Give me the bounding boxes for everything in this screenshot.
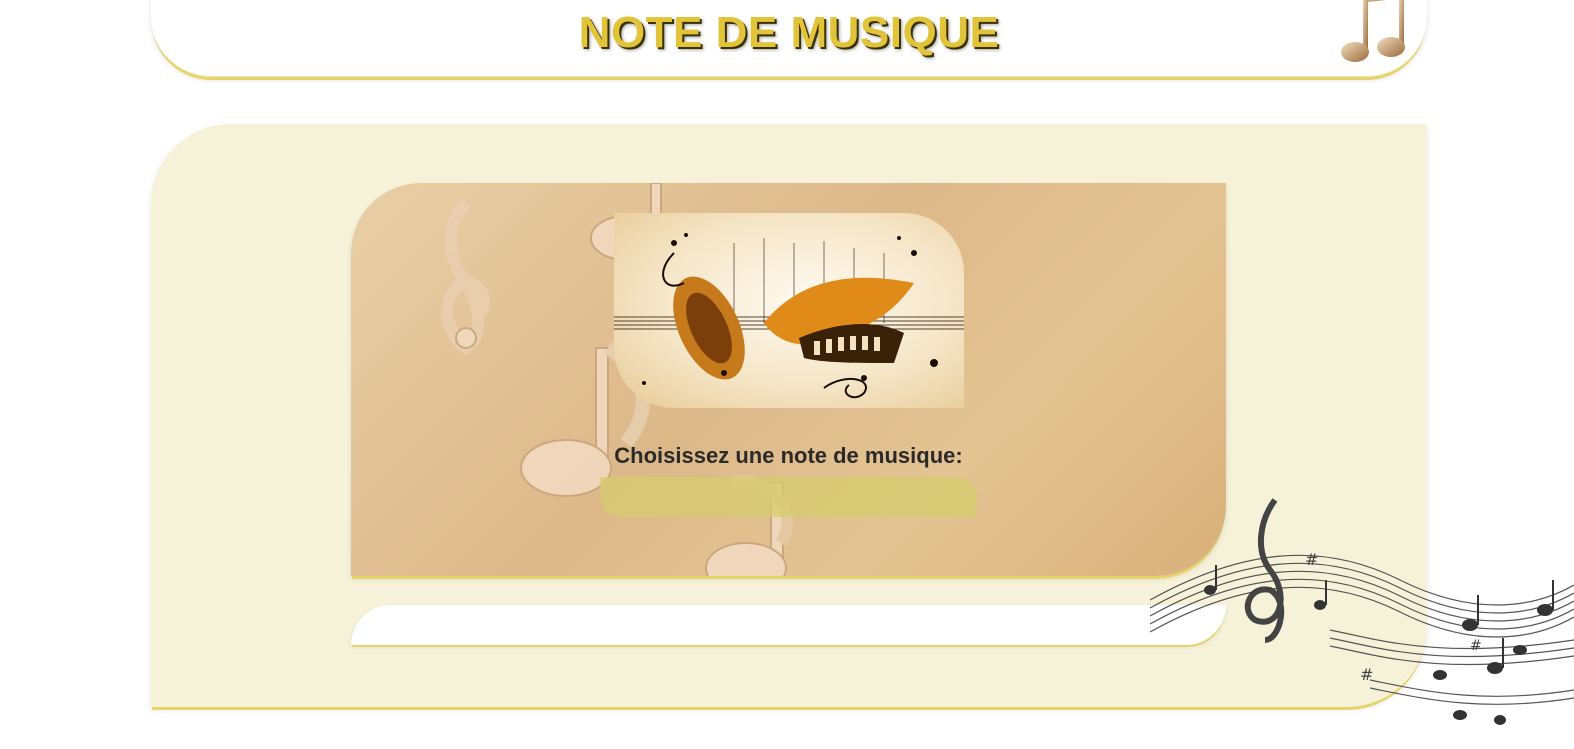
note-select[interactable] bbox=[600, 477, 977, 517]
musical-staff-decoration: # # # bbox=[1149, 498, 1574, 725]
page-header: NOTE DE MUSIQUE bbox=[151, 0, 1427, 77]
note-prompt-label: Choisissez une note de musique: bbox=[614, 443, 963, 468]
svg-text:#: # bbox=[1305, 550, 1318, 569]
eighth-notes-icon bbox=[1341, 0, 1405, 62]
svg-text:#: # bbox=[1470, 638, 1482, 654]
result-display bbox=[351, 605, 1226, 645]
selection-card: Choisissez une note de musique: bbox=[351, 183, 1226, 576]
music-instruments-illustration bbox=[614, 213, 964, 408]
page-title: NOTE DE MUSIQUE bbox=[578, 8, 1000, 57]
svg-text:#: # bbox=[1360, 665, 1373, 684]
